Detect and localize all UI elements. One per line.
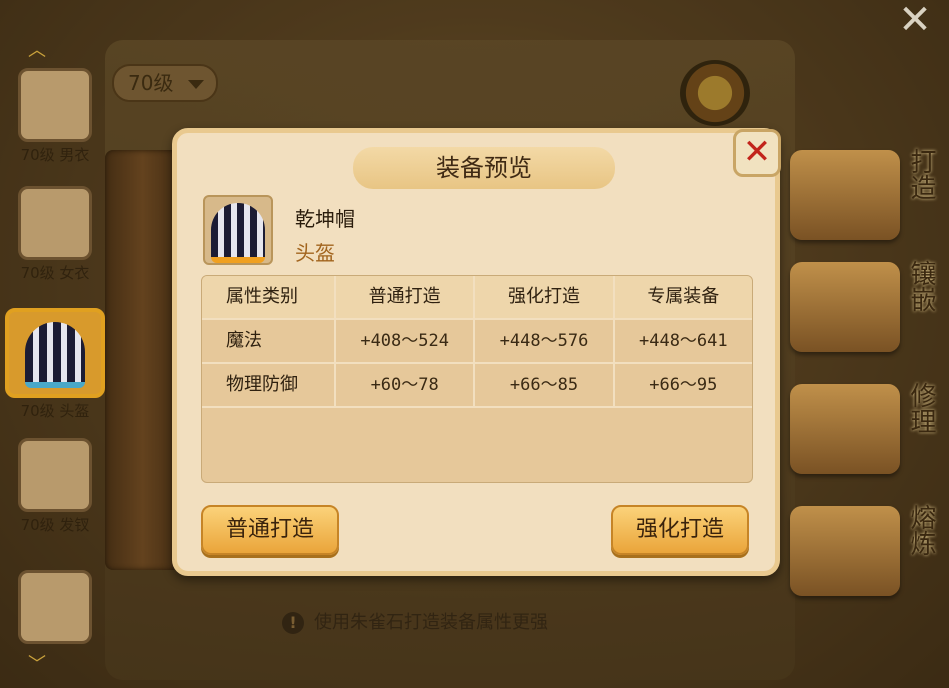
scroll-down-arrow-icon[interactable]: ﹀ bbox=[28, 650, 46, 676]
item-name: 乾坤帽 bbox=[295, 207, 355, 231]
table-header-cell: 普通打造 bbox=[336, 276, 476, 318]
info-icon: ! bbox=[282, 612, 304, 634]
inlay-icon bbox=[790, 262, 900, 352]
furnace-icon bbox=[790, 506, 900, 596]
anvil-icon bbox=[790, 384, 900, 474]
table-cell: 物理防御 bbox=[202, 364, 336, 406]
table-header-cell: 专属装备 bbox=[647, 286, 720, 307]
side-button-label: 打造 bbox=[906, 148, 936, 200]
side-button-label: 修理 bbox=[906, 382, 936, 434]
table-header-cell: 强化打造 bbox=[475, 276, 615, 318]
robe-icon bbox=[18, 186, 92, 260]
helmet-icon bbox=[211, 203, 265, 263]
side-button-inlay[interactable]: 镶嵌 bbox=[790, 252, 949, 362]
necklace-icon bbox=[18, 570, 92, 644]
normal-forge-button[interactable]: 普通打造 bbox=[201, 505, 339, 555]
table-cell: +448～641 bbox=[638, 331, 728, 351]
hint-text: ! 使用朱雀石打造装备属性更强 bbox=[282, 608, 548, 634]
side-button-smelt[interactable]: 熔炼 bbox=[790, 496, 949, 606]
list-item-helmet[interactable]: 70级 头盔 bbox=[4, 308, 106, 421]
close-window-icon[interactable]: ✕ bbox=[893, 0, 937, 40]
table-cell: +66～85 bbox=[475, 364, 615, 406]
helmet-icon bbox=[5, 308, 105, 398]
list-item-label: 70级 发钗 bbox=[20, 516, 90, 534]
table-header-cell: 属性类别 bbox=[202, 276, 336, 318]
side-button-forge[interactable]: 打造 bbox=[790, 140, 949, 250]
table-cell: +408～524 bbox=[336, 320, 476, 362]
chevron-down-icon bbox=[188, 80, 204, 89]
enhanced-forge-button[interactable]: 强化打造 bbox=[611, 505, 749, 555]
hairpin-icon bbox=[18, 438, 92, 512]
item-slot bbox=[203, 195, 273, 265]
armor-icon bbox=[18, 68, 92, 142]
list-item-hairpin[interactable]: 70级 发钗 bbox=[4, 438, 106, 535]
item-type: 头盔 bbox=[295, 241, 335, 265]
side-button-label: 熔炼 bbox=[906, 504, 936, 556]
equipment-preview-dialog: 装备预览 ✕ 乾坤帽 头盔 属性类别 普通打造 强化打造 专属装备 魔法 +40… bbox=[172, 128, 781, 576]
dialog-title: 装备预览 bbox=[353, 147, 615, 189]
forge-icon bbox=[790, 150, 900, 240]
hint-label: 使用朱雀石打造装备属性更强 bbox=[314, 612, 548, 633]
list-item-label: 70级 男衣 bbox=[20, 146, 90, 164]
list-item-necklace[interactable] bbox=[4, 570, 106, 644]
side-button-repair[interactable]: 修理 bbox=[790, 374, 949, 484]
list-item-label: 70级 头盔 bbox=[20, 402, 90, 420]
list-item-label: 70级 女衣 bbox=[20, 264, 90, 282]
level-dropdown-value: 70级 bbox=[128, 71, 174, 95]
attribute-table: 属性类别 普通打造 强化打造 专属装备 魔法 +408～524 +448～576… bbox=[201, 275, 753, 483]
close-icon[interactable]: ✕ bbox=[733, 129, 781, 177]
list-item-male-armor[interactable]: 70级 男衣 bbox=[4, 68, 106, 165]
table-cell: +448～576 bbox=[475, 320, 615, 362]
table-row: 物理防御 +60～78 +66～85 +66～95 bbox=[202, 364, 752, 408]
table-row: 魔法 +408～524 +448～576 +448～641 bbox=[202, 320, 752, 364]
side-button-label: 镶嵌 bbox=[906, 260, 936, 312]
scroll-up-arrow-icon[interactable]: ︿ bbox=[28, 36, 46, 62]
table-cell: 魔法 bbox=[202, 320, 336, 362]
level-dropdown[interactable]: 70级 bbox=[112, 64, 218, 102]
table-cell: +66～95 bbox=[649, 375, 718, 395]
table-header-row: 属性类别 普通打造 强化打造 专属装备 bbox=[202, 276, 752, 320]
table-cell: +60～78 bbox=[336, 364, 476, 406]
list-item-female-armor[interactable]: 70级 女衣 bbox=[4, 186, 106, 283]
